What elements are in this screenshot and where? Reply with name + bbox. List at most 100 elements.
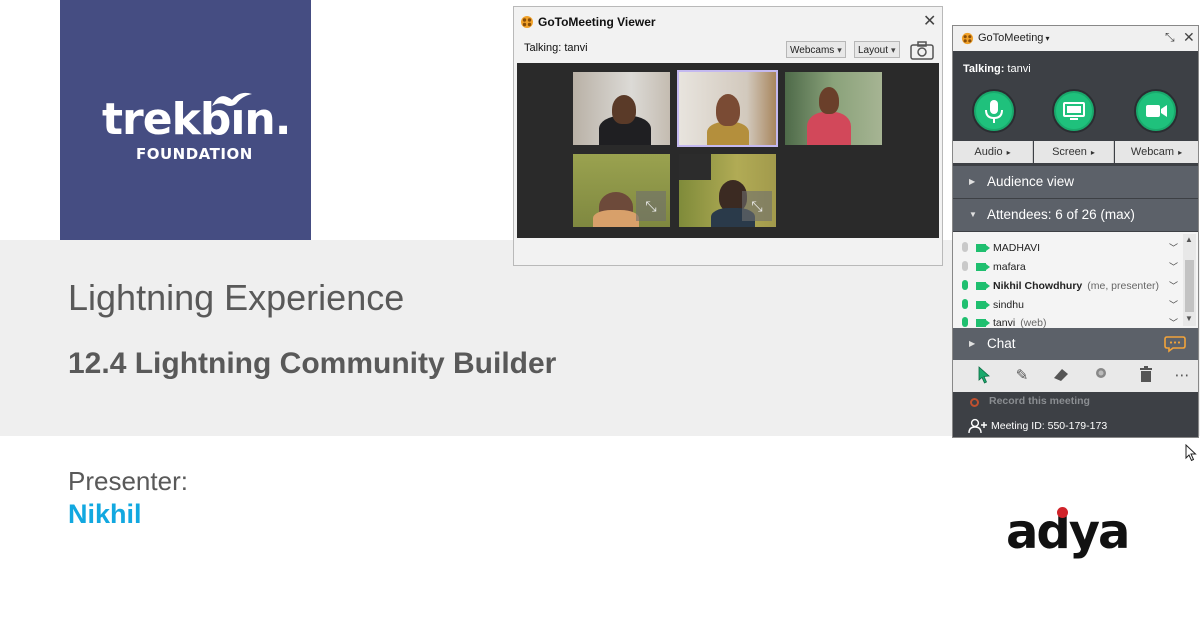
screen-button[interactable] [1054,91,1094,131]
attendee-row[interactable]: mafara ﹀ [953,258,1181,277]
triangle-down-icon: ▼ [969,210,977,219]
webcams-dropdown[interactable]: Webcams ▾ [786,41,846,58]
collapse-icon[interactable]: ⤡ [1165,30,1175,45]
attendee-scrollbar[interactable]: ▲ ▼ [1183,234,1196,326]
audio-button[interactable] [974,91,1014,131]
microphone-muted-icon [962,242,968,252]
chevron-down-icon[interactable]: ﹀ [1169,296,1178,315]
scroll-up-icon[interactable]: ▲ [1185,235,1193,244]
camera-icon[interactable] [910,40,934,60]
trash-icon[interactable] [1135,366,1157,386]
layout-label: Layout [858,45,889,56]
chevron-right-icon: ▸ [1006,148,1011,157]
presenter-label: Presenter: [68,466,188,496]
webcam-icon [976,319,990,327]
record-label: Record this meeting [989,395,1090,407]
attendee-row[interactable]: tanvi (web) ﹀ [953,314,1181,328]
attendee-row[interactable]: sindhu ﹀ [953,296,1181,315]
chevron-down-icon: ▾ [837,45,842,55]
screen-menu[interactable]: Screen ▸ [1034,141,1114,163]
chevron-down-icon: ▾ [1045,34,1050,43]
scroll-down-icon[interactable]: ▼ [1185,314,1193,323]
chevron-down-icon[interactable]: ﹀ [1169,258,1178,277]
panel-talking-status: Talking: tanvi [963,63,1031,75]
video-tile[interactable] [785,72,882,145]
audio-menu[interactable]: Audio ▸ [953,141,1033,163]
attendee-name: Nikhil Chowdhury (me, presenter) [993,277,1159,296]
logo-wordmark: trekbın. [102,94,291,145]
highlighter-icon[interactable] [1050,366,1072,386]
spotlight-icon[interactable] [1090,366,1112,386]
control-strip: Audio ▸ Screen ▸ Webcam ▸ [953,86,1198,164]
gotomeeting-logo-icon [521,16,533,28]
pen-icon[interactable]: ✎ [1011,366,1033,386]
attendee-name: sindhu [993,299,1024,311]
attendee-name: MADHAVI [993,242,1041,254]
audience-view-label: Audience view [987,174,1075,189]
webcam-icon [976,282,990,290]
video-tile[interactable] [573,72,670,145]
pointer-icon[interactable] [973,366,995,386]
video-camera-icon [1146,105,1167,117]
webcam-menu[interactable]: Webcam ▸ [1115,141,1198,163]
attendee-name-text: Nikhil Chowdhury [993,280,1083,292]
brand-menu[interactable]: GoToMeeting ▾ [978,32,1049,44]
chevron-down-icon[interactable]: ﹀ [1169,239,1178,258]
chevron-down-icon[interactable]: ﹀ [1169,314,1178,328]
mouse-cursor-icon [1185,444,1197,462]
chat-bubble-icon[interactable] [1164,335,1186,353]
meeting-id-row[interactable]: Meeting ID: 550-179-173 [953,416,1198,438]
microphone-icon [962,299,968,309]
talking-name: tanvi [1007,63,1031,75]
layout-dropdown[interactable]: Layout ▾ [854,41,900,58]
scroll-thumb[interactable] [1185,260,1194,312]
attendee-name-text: tanvi [993,317,1016,328]
add-user-icon [968,418,987,434]
attendees-section[interactable]: ▼ Attendees: 6 of 26 (max) [953,199,1198,231]
chevron-right-icon: ▸ [1090,148,1095,157]
more-icon[interactable]: ⋯ [1171,366,1193,386]
talking-label: Talking: [963,63,1005,75]
triangle-right-icon: ▶ [969,339,976,348]
slide-subtitle: 12.4 Lightning Community Builder [68,347,557,380]
video-tile[interactable]: ⤡ [573,154,670,227]
webcams-label: Webcams [790,45,835,56]
microphone-icon [985,100,1003,123]
attendee-name: mafara [993,261,1026,273]
attendees-label: Attendees: 6 of 26 (max) [987,207,1135,222]
drawing-toolbar: ✎ ⋯ [953,360,1198,392]
gotomeeting-control-panel[interactable]: GoToMeeting ▾ ⤡ ✕ Talking: tanvi Audio ▸… [952,25,1199,438]
microphone-icon [962,317,968,327]
microphone-muted-icon [962,261,968,271]
monitor-icon [1063,102,1085,120]
viewer-title: GoToMeeting Viewer [538,15,656,29]
record-meeting-button[interactable]: Record this meeting [953,391,1198,413]
webcam-icon [976,244,990,252]
attendee-list: MADHAVI ﹀ mafara ﹀ Nikhil Chowdhury (me, … [953,232,1198,328]
chat-section[interactable]: ▶ Chat [953,328,1198,360]
brand-name: GoToMeeting [978,32,1044,44]
gotomeeting-viewer-window[interactable]: GoToMeeting Viewer ✕ Talking: tanvi Webc… [513,6,943,266]
close-icon[interactable]: ✕ [923,11,936,31]
close-icon[interactable]: ✕ [1183,29,1195,46]
audience-view-section[interactable]: ▶ Audience view [953,166,1198,198]
meeting-id-text: Meeting ID: 550-179-173 [991,420,1108,432]
expand-icon[interactable]: ⤡ [636,191,666,221]
attendee-note: (me, presenter) [1087,280,1160,292]
record-icon [970,398,979,407]
chat-label: Chat [987,336,1016,351]
attendee-row[interactable]: Nikhil Chowdhury (me, presenter) ﹀ [953,277,1181,296]
panel-header: GoToMeeting ▾ ⤡ ✕ [953,26,1198,51]
webcam-label: Webcam [1130,146,1175,158]
video-tile[interactable]: ⤡ [679,154,776,227]
webcam-button[interactable] [1136,91,1176,131]
audio-label: Audio [974,146,1003,158]
webcam-icon [976,301,990,309]
attendee-row[interactable]: MADHAVI ﹀ [953,239,1181,258]
video-tile-active[interactable] [677,70,778,147]
video-grid: ⤡ ⤡ [517,63,939,238]
chevron-down-icon[interactable]: ﹀ [1169,277,1178,296]
expand-icon[interactable]: ⤡ [742,191,772,221]
logo-subtitle: FOUNDATION [136,145,253,163]
viewer-talking-status: Talking: tanvi [524,42,588,54]
